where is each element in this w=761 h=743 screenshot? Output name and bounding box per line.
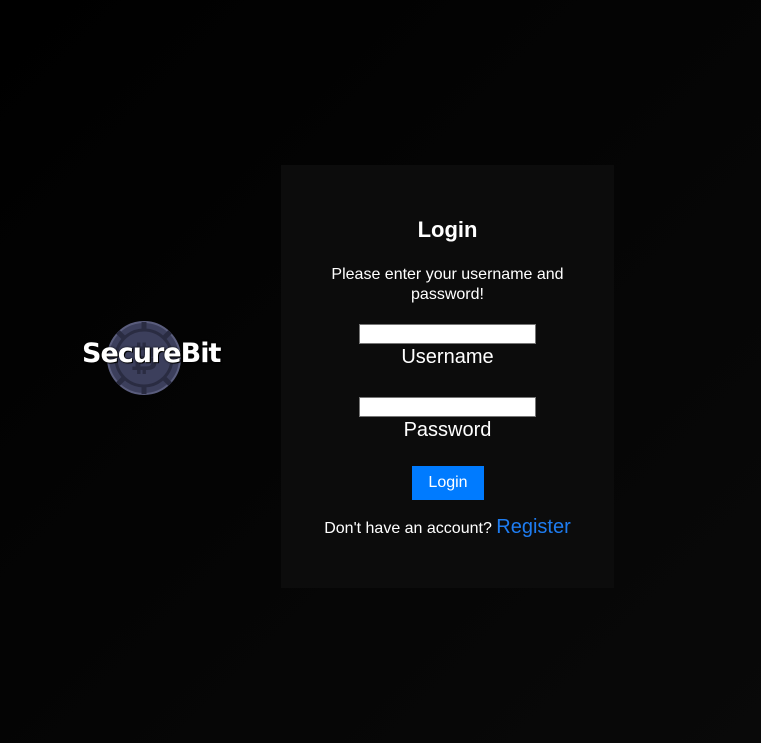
login-button[interactable]: Login	[412, 466, 484, 500]
password-input[interactable]	[359, 397, 536, 417]
brand-name: SecureBit	[82, 338, 221, 369]
login-panel: Login Please enter your username and pas…	[281, 165, 614, 588]
securebit-logo: ₿ SecureBit	[82, 318, 221, 398]
password-label: Password	[403, 419, 492, 441]
register-prompt: Don't have an account?	[324, 520, 492, 537]
login-title: Login	[417, 217, 478, 242]
register-link[interactable]: Register	[496, 516, 570, 538]
login-subtitle: Please enter your username and password!	[331, 266, 564, 303]
register-line: Don't have an account? Register	[281, 516, 614, 539]
username-label: Username	[401, 346, 494, 368]
username-input[interactable]	[359, 324, 536, 344]
